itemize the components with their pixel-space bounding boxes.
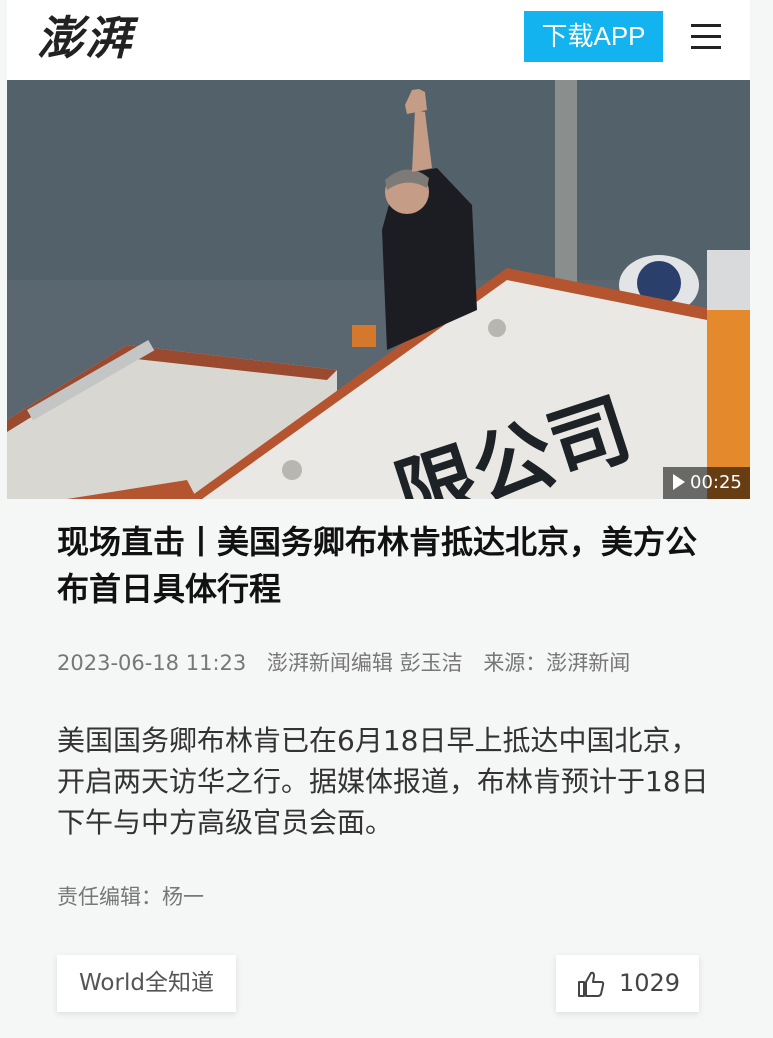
site-logo[interactable]: 澎湃 bbox=[37, 8, 133, 68]
like-count: 1029 bbox=[619, 969, 681, 997]
download-app-button[interactable]: 下载APP bbox=[524, 11, 663, 62]
video-duration: 00:25 bbox=[690, 472, 742, 493]
publish-datetime: 2023-06-18 11:23 bbox=[57, 651, 247, 675]
article-title: 现场直击丨美国务卿布林肯抵达北京，美方公布首日具体行程 bbox=[57, 523, 698, 608]
thumbs-up-icon bbox=[578, 971, 605, 997]
top-bar: 澎湃 下载APP bbox=[7, 0, 750, 80]
article-summary: 美国国务卿布林肯已在6月18日早上抵达中国北京，开启两天访华之行。据媒体报道，布… bbox=[57, 724, 709, 839]
topic-tag-button[interactable]: World全知道 bbox=[57, 955, 236, 1012]
video-still-image: 限公司 bbox=[7, 80, 750, 499]
article-meta: 2023-06-18 11:23 澎湃新闻编辑 彭玉洁 来源：澎湃新闻 bbox=[57, 647, 757, 679]
article-source: 来源：澎湃新闻 bbox=[483, 651, 631, 675]
article-editor: 澎湃新闻编辑 彭玉洁 bbox=[266, 651, 463, 675]
video-duration-badge: 00:25 bbox=[663, 467, 750, 499]
video-thumbnail[interactable]: 限公司 00:25 bbox=[7, 80, 750, 499]
responsible-editor: 责任编辑：杨一 bbox=[57, 885, 204, 909]
play-icon bbox=[673, 474, 685, 490]
like-button[interactable]: 1029 bbox=[556, 955, 699, 1012]
hamburger-menu-icon[interactable] bbox=[691, 22, 721, 52]
